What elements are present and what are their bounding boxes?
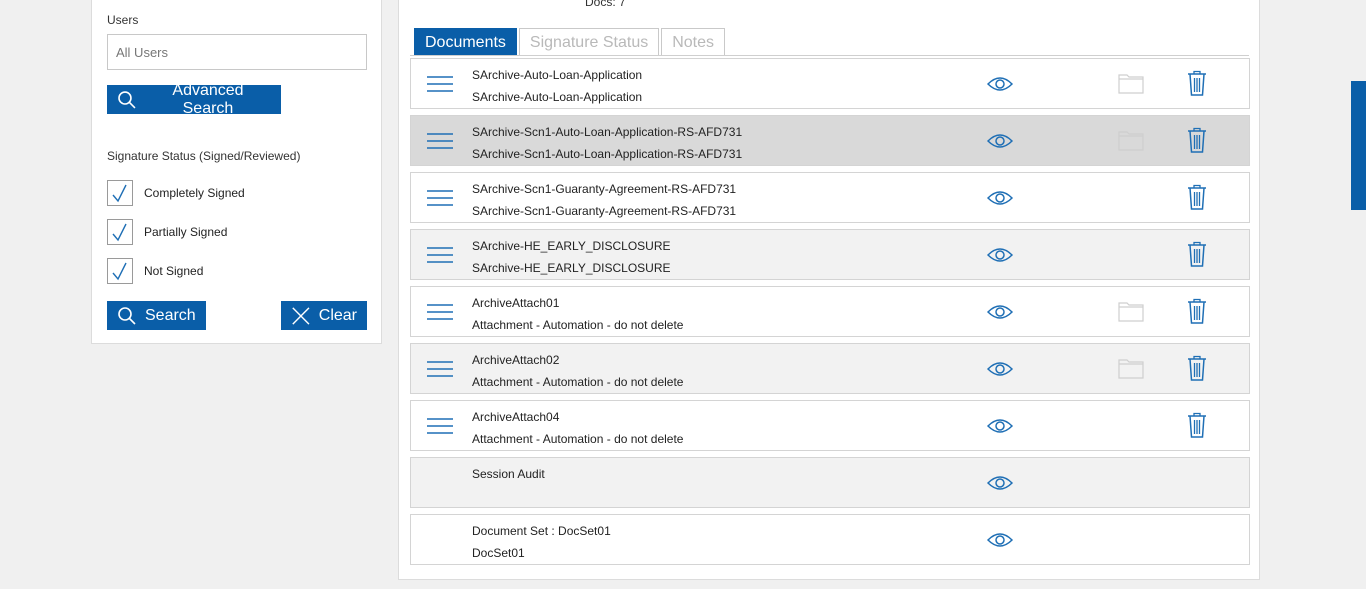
eye-icon[interactable]	[986, 75, 1014, 98]
document-description: SArchive-Scn1-Guaranty-Agreement-RS-AFD7…	[472, 204, 737, 218]
search-label: Search	[145, 306, 196, 324]
checkmark-icon	[112, 184, 127, 203]
eye-icon[interactable]	[986, 360, 1014, 383]
document-name: SArchive-HE_EARLY_DISCLOSURE	[472, 239, 671, 253]
advanced-search-button[interactable]: Advanced Search	[107, 82, 281, 117]
drag-handle-icon[interactable]	[427, 132, 453, 155]
folder-icon[interactable]	[1118, 357, 1144, 384]
checkmark-icon	[112, 262, 127, 281]
drag-handle-icon[interactable]	[427, 360, 453, 383]
eye-icon[interactable]	[986, 303, 1014, 326]
filter-panel: Users Advanced Search Signature Status (…	[91, 0, 382, 344]
document-name: ArchiveAttach04	[472, 410, 560, 424]
document-description: DocSet01	[472, 546, 525, 560]
drag-handle-icon[interactable]	[427, 75, 453, 98]
drag-handle-icon[interactable]	[427, 303, 453, 326]
signature-status-label: Signature Status (Signed/Reviewed)	[107, 149, 301, 163]
document-name: Document Set : DocSet01	[472, 524, 611, 538]
eye-icon[interactable]	[986, 246, 1014, 269]
eye-icon[interactable]	[986, 132, 1014, 155]
document-description: SArchive-Scn1-Auto-Loan-Application-RS-A…	[472, 147, 743, 161]
checkbox-label: Completely Signed	[144, 186, 245, 200]
users-label: Users	[107, 13, 139, 27]
trash-icon[interactable]	[1187, 70, 1207, 101]
document-description: Attachment - Automation - do not delete	[472, 432, 684, 446]
document-name: ArchiveAttach01	[472, 296, 560, 310]
document-name: SArchive-Scn1-Auto-Loan-Application-RS-A…	[472, 125, 743, 139]
search-icon	[118, 90, 136, 109]
docs-count: Docs: 7	[585, 0, 626, 9]
eye-icon[interactable]	[986, 189, 1014, 212]
tab-documents[interactable]: Documents	[414, 28, 517, 56]
trash-icon[interactable]	[1187, 241, 1207, 272]
folder-icon[interactable]	[1118, 129, 1144, 156]
trash-icon[interactable]	[1187, 298, 1207, 329]
checkbox-label: Partially Signed	[144, 225, 228, 239]
checkbox-label: Not Signed	[144, 264, 204, 278]
document-name: SArchive-Scn1-Guaranty-Agreement-RS-AFD7…	[472, 182, 737, 196]
checkbox-partially-signed[interactable]: Partially Signed	[107, 219, 227, 245]
close-icon	[292, 306, 310, 325]
trash-icon[interactable]	[1187, 412, 1207, 443]
table-row[interactable]: Session Audit	[410, 457, 1250, 508]
search-button[interactable]: Search	[107, 301, 206, 330]
tab-notes[interactable]: Notes	[661, 28, 726, 56]
eye-icon[interactable]	[986, 531, 1014, 554]
folder-icon[interactable]	[1118, 72, 1144, 99]
advanced-search-label: Advanced Search	[172, 81, 244, 117]
checkbox-not-signed[interactable]: Not Signed	[107, 258, 203, 284]
checkmark-icon	[112, 223, 127, 242]
table-row[interactable]: ArchiveAttach02 Attachment - Automation -…	[410, 343, 1250, 394]
drag-handle-icon[interactable]	[427, 189, 453, 212]
folder-icon[interactable]	[1118, 300, 1144, 327]
clear-button[interactable]: Clear	[281, 301, 367, 330]
document-name: ArchiveAttach02	[472, 353, 560, 367]
table-row[interactable]: SArchive-Auto-Loan-Application SArchive-A…	[410, 58, 1250, 109]
checkbox[interactable]	[107, 180, 133, 206]
drag-handle-icon[interactable]	[427, 246, 453, 269]
eye-icon[interactable]	[986, 417, 1014, 440]
search-icon	[118, 306, 136, 325]
tab-bar: Documents Signature Status Notes	[414, 28, 727, 56]
table-row[interactable]: ArchiveAttach04 Attachment - Automation -…	[410, 400, 1250, 451]
document-description: Attachment - Automation - do not delete	[472, 318, 684, 332]
document-description: SArchive-Auto-Loan-Application	[472, 90, 643, 104]
table-row[interactable]: Document Set : DocSet01 DocSet01	[410, 514, 1250, 565]
clear-label: Clear	[318, 306, 357, 324]
trash-icon[interactable]	[1187, 127, 1207, 158]
document-name: SArchive-Auto-Loan-Application	[472, 68, 643, 82]
users-input[interactable]	[107, 34, 367, 70]
checkbox-completely-signed[interactable]: Completely Signed	[107, 180, 245, 206]
eye-icon[interactable]	[986, 474, 1014, 497]
checkbox[interactable]	[107, 219, 133, 245]
tab-signature-status[interactable]: Signature Status	[518, 28, 660, 56]
side-panel-tab[interactable]	[1351, 81, 1366, 210]
table-row[interactable]: SArchive-Scn1-Guaranty-Agreement-RS-AFD7…	[410, 172, 1250, 223]
tab-divider	[410, 55, 1249, 56]
table-row[interactable]: ArchiveAttach01 Attachment - Automation -…	[410, 286, 1250, 337]
trash-icon[interactable]	[1187, 184, 1207, 215]
documents-panel: Docs: 7 Documents Signature Status Notes…	[398, 0, 1260, 580]
table-row[interactable]: SArchive-Scn1-Auto-Loan-Application-RS-A…	[410, 115, 1250, 166]
table-row[interactable]: SArchive-HE_EARLY_DISCLOSURE SArchive-HE_…	[410, 229, 1250, 280]
document-description: SArchive-HE_EARLY_DISCLOSURE	[472, 261, 671, 275]
document-description: Attachment - Automation - do not delete	[472, 375, 684, 389]
checkbox[interactable]	[107, 258, 133, 284]
trash-icon[interactable]	[1187, 355, 1207, 386]
drag-handle-icon[interactable]	[427, 417, 453, 440]
document-name: Session Audit	[472, 467, 545, 481]
